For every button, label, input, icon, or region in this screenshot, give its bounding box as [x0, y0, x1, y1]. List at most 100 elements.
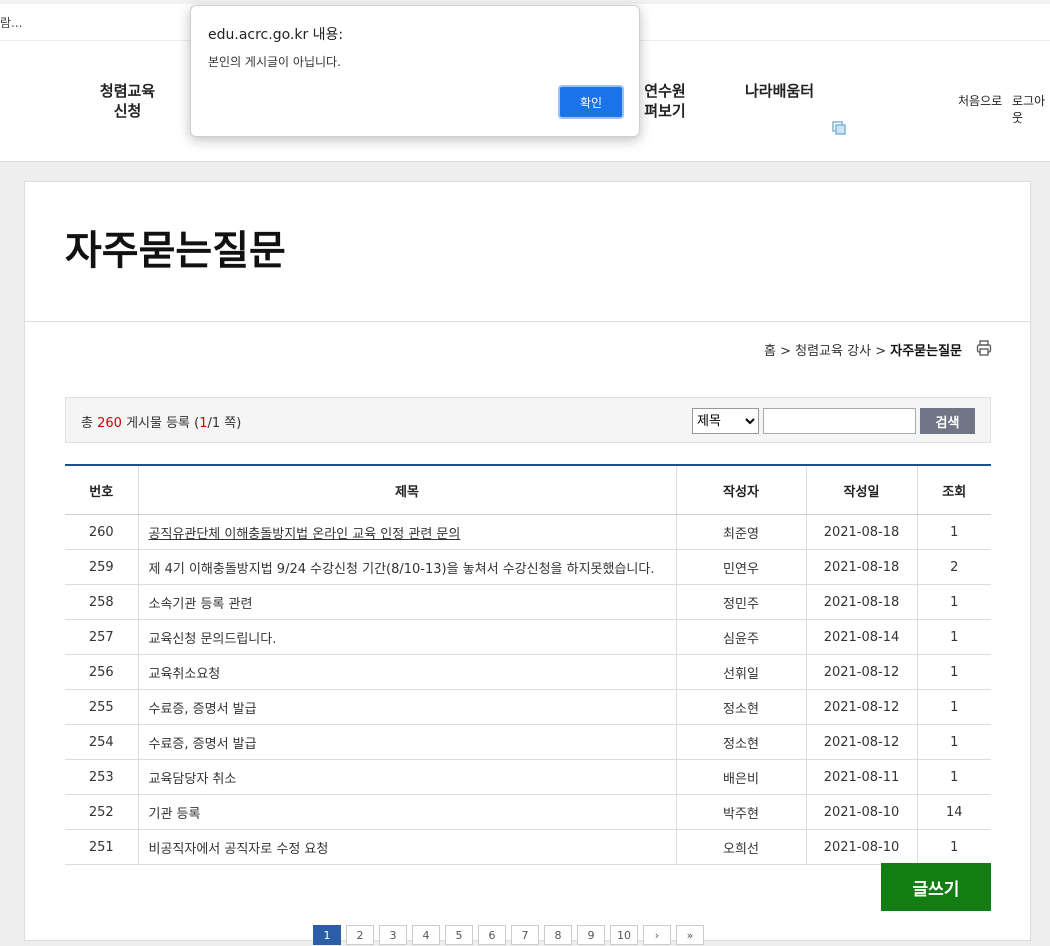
row-title-cell: 교육신청 문의드립니다. — [137, 619, 676, 655]
table-row: 256 교육취소요청 선휘일 2021-08-12 1 — [65, 654, 991, 690]
row-author: 최준영 — [675, 514, 806, 550]
row-views: 1 — [916, 514, 991, 550]
row-no: 254 — [65, 724, 138, 760]
row-title-link[interactable]: 교육취소요청 — [149, 667, 221, 682]
row-author: 정민주 — [675, 584, 806, 620]
count-suffix: /1 쪽) — [207, 416, 242, 431]
breadcrumb-instructor[interactable]: 청렴교육 강사 — [795, 344, 871, 359]
table-row: 254 수료증, 증명서 발급 정소현 2021-08-12 1 — [65, 724, 991, 760]
nav-menu-apply[interactable]: 청렴교육 신청 — [85, 81, 170, 121]
row-no: 252 — [65, 794, 138, 830]
row-date: 2021-08-12 — [805, 724, 917, 760]
write-button[interactable]: 글쓰기 — [881, 863, 991, 911]
page-link-5[interactable]: 5 — [445, 925, 473, 945]
page-last-button[interactable]: » — [676, 925, 704, 945]
table-row: 252 기관 등록 박주현 2021-08-10 14 — [65, 794, 991, 830]
page-link-10[interactable]: 10 — [610, 925, 638, 945]
logout-link[interactable]: 로그아웃 — [1012, 92, 1050, 126]
header-views: 조회 — [916, 465, 991, 515]
row-no: 259 — [65, 549, 138, 585]
row-date: 2021-08-12 — [805, 654, 917, 690]
row-date: 2021-08-12 — [805, 689, 917, 725]
page-link-7[interactable]: 7 — [511, 925, 539, 945]
row-title-link[interactable]: 수료증, 증명서 발급 — [149, 702, 257, 717]
breadcrumb: 홈 > 청렴교육 강사 > 자주묻는질문 — [764, 340, 962, 359]
row-title-cell: 제 4기 이해충돌방지법 9/24 수강신청 기간(8/10-13)을 놓쳐서 … — [137, 549, 676, 585]
page-link-4[interactable]: 4 — [412, 925, 440, 945]
table-row: 253 교육담당자 취소 배은비 2021-08-11 1 — [65, 759, 991, 795]
row-author: 정소현 — [675, 724, 806, 760]
row-date: 2021-08-10 — [805, 829, 917, 865]
board-table: 번호 제목 작성자 작성일 조회 260 공직유관단체 이해충돌방지법 온라인 … — [65, 464, 991, 865]
row-title-link[interactable]: 기관 등록 — [149, 807, 201, 822]
alert-dialog: edu.acrc.go.kr 내용: 본인의 게시글이 아닙니다. 확인 — [190, 5, 640, 137]
row-title-cell: 교육담당자 취소 — [137, 759, 676, 795]
page-link-1[interactable]: 1 — [313, 925, 341, 945]
header-author: 작성자 — [675, 465, 806, 515]
row-date: 2021-08-14 — [805, 619, 917, 655]
row-date: 2021-08-18 — [805, 549, 917, 585]
row-title-cell: 교육취소요청 — [137, 654, 676, 690]
home-link[interactable]: 처음으로 — [958, 92, 1002, 109]
content-card: 자주묻는질문 홈 > 청렴교육 강사 > 자주묻는질문 총 260 게시물 등록… — [24, 181, 1031, 945]
title-box: 자주묻는질문 — [25, 182, 1030, 322]
row-title-link[interactable]: 비공직자에서 공직자로 수정 요청 — [149, 842, 329, 857]
table-header-row: 번호 제목 작성자 작성일 조회 — [65, 465, 991, 515]
row-title-cell: 소속기관 등록 관련 — [137, 584, 676, 620]
row-views: 1 — [916, 689, 991, 725]
row-no: 256 — [65, 654, 138, 690]
page-link-3[interactable]: 3 — [379, 925, 407, 945]
row-title-link[interactable]: 공직유관단체 이해충돌방지법 온라인 교육 인정 관련 문의 — [149, 527, 461, 542]
row-title-cell: 공직유관단체 이해충돌방지법 온라인 교육 인정 관련 문의 — [137, 514, 676, 550]
row-date: 2021-08-18 — [805, 584, 917, 620]
nav-menu-narabaeumteo[interactable]: 나라배움터 — [745, 81, 835, 101]
page-next-button[interactable]: › — [643, 925, 671, 945]
breadcrumb-home[interactable]: 홈 — [764, 344, 776, 359]
page-link-2[interactable]: 2 — [346, 925, 374, 945]
alert-ok-button[interactable]: 확인 — [558, 85, 624, 119]
pagination: 1 2 3 4 5 6 7 8 9 10 › » — [313, 925, 704, 945]
page-link-9[interactable]: 9 — [577, 925, 605, 945]
page-title: 자주묻는질문 — [65, 228, 286, 274]
row-date: 2021-08-10 — [805, 794, 917, 830]
row-views: 1 — [916, 829, 991, 865]
row-author: 정소현 — [675, 689, 806, 725]
search-input[interactable] — [763, 408, 916, 434]
new-window-icon[interactable] — [832, 121, 846, 135]
row-no: 257 — [65, 619, 138, 655]
row-author: 오희선 — [675, 829, 806, 865]
row-no: 253 — [65, 759, 138, 795]
header-date: 작성일 — [805, 465, 917, 515]
row-views: 2 — [916, 549, 991, 585]
row-title-link[interactable]: 교육신청 문의드립니다. — [149, 632, 277, 647]
breadcrumb-separator: > — [780, 344, 791, 359]
search-field-select[interactable]: 제목 — [692, 408, 759, 434]
table-row: 260 공직유관단체 이해충돌방지법 온라인 교육 인정 관련 문의 최준영 2… — [65, 514, 991, 550]
row-title-cell: 수료증, 증명서 발급 — [137, 724, 676, 760]
row-title-cell: 기관 등록 — [137, 794, 676, 830]
search-button[interactable]: 검색 — [920, 408, 975, 434]
row-no: 251 — [65, 829, 138, 865]
row-title-link[interactable]: 소속기관 등록 관련 — [149, 597, 253, 612]
page-link-6[interactable]: 6 — [478, 925, 506, 945]
row-views: 14 — [916, 794, 991, 830]
row-no: 260 — [65, 514, 138, 550]
table-row: 251 비공직자에서 공직자로 수정 요청 오희선 2021-08-10 1 — [65, 829, 991, 865]
loading-text: 람... — [0, 16, 23, 30]
row-title-link[interactable]: 교육담당자 취소 — [149, 772, 237, 787]
row-title-link[interactable]: 수료증, 증명서 발급 — [149, 737, 257, 752]
header-no: 번호 — [65, 465, 138, 515]
row-author: 선휘일 — [675, 654, 806, 690]
alert-host: edu.acrc.go.kr 내용: — [208, 27, 344, 43]
row-title-link[interactable]: 제 4기 이해충돌방지법 9/24 수강신청 기간(8/10-13)을 놓쳐서 … — [149, 562, 655, 577]
page-link-8[interactable]: 8 — [544, 925, 572, 945]
row-author: 심윤주 — [675, 619, 806, 655]
row-views: 1 — [916, 654, 991, 690]
row-views: 1 — [916, 759, 991, 795]
row-author: 박주현 — [675, 794, 806, 830]
print-icon[interactable] — [976, 340, 992, 356]
count-mid: 게시물 등록 ( — [126, 416, 200, 431]
count-prefix: 총 — [81, 416, 93, 431]
row-views: 1 — [916, 619, 991, 655]
row-date: 2021-08-11 — [805, 759, 917, 795]
